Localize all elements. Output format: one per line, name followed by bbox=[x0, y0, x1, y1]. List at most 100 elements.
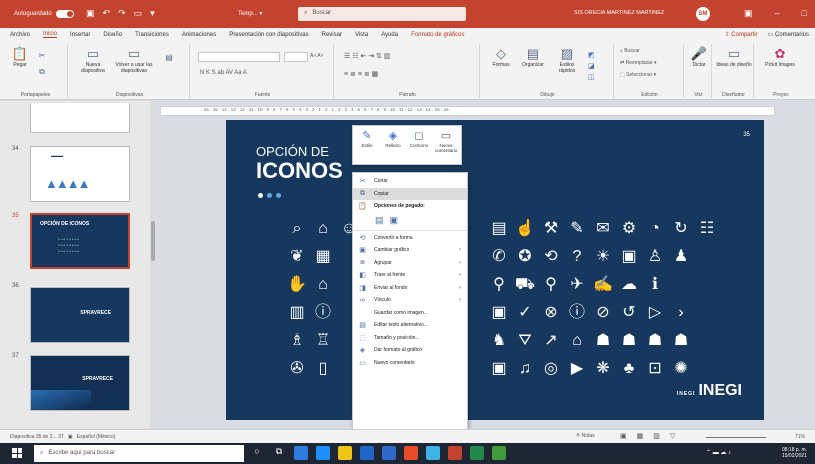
normal-view-icon[interactable]: ▣ bbox=[620, 432, 627, 440]
slide-thumbnail-33[interactable] bbox=[30, 103, 130, 133]
slide-thumbnail-36[interactable]: SPRAVRECE bbox=[30, 287, 130, 343]
paste-picture-icon[interactable]: ▣ bbox=[390, 215, 399, 226]
powerpoint-app-icon[interactable] bbox=[448, 446, 462, 460]
zoom-slider[interactable] bbox=[706, 437, 766, 438]
list-buttons[interactable]: ☰ ☷ ⇤ ⇥ ⇅ ▥ bbox=[344, 52, 390, 60]
slide-title[interactable]: ICONOS bbox=[256, 158, 343, 184]
font-size-arrows-icon[interactable]: A˄ A˅ bbox=[310, 53, 324, 59]
redo-icon[interactable]: ↷ bbox=[118, 8, 126, 19]
menu-item-copy[interactable]: ⧉ Copiar bbox=[353, 187, 467, 200]
copy-button[interactable]: ⧉ bbox=[36, 64, 48, 80]
tab-diseno[interactable]: Diseño bbox=[103, 32, 122, 38]
icon-row-6[interactable]: ✇ ▯ ▣ ♫ ◎ ▶ ❋ ♣ ⊡ ✺ bbox=[286, 360, 692, 378]
cortana-icon[interactable]: ○ bbox=[250, 446, 264, 460]
file-explorer-icon[interactable] bbox=[338, 446, 352, 460]
spellcheck-icon[interactable]: ▣ bbox=[68, 434, 73, 440]
tab-transiciones[interactable]: Transiciones bbox=[135, 32, 169, 38]
new-slide-button[interactable]: ▭ Nueva diapositiva bbox=[78, 46, 108, 74]
shapes-button[interactable]: ◇ Formas bbox=[486, 46, 516, 68]
toggle-switch-icon[interactable] bbox=[55, 10, 74, 18]
windows-start-icon[interactable] bbox=[12, 448, 22, 458]
menu-item-format-graphic[interactable]: ◈ Dar formato al gráfico bbox=[353, 344, 467, 357]
icon-row-3[interactable]: ✋ ⌂ ⚲ ⛟ ⚲ ✈ ✍ ☁ ℹ bbox=[286, 276, 666, 294]
language-indicator[interactable]: Español (México) bbox=[77, 434, 116, 440]
font-size-box[interactable] bbox=[284, 52, 308, 62]
ribbon-display-icon[interactable]: ▣ bbox=[744, 8, 753, 19]
menu-item-size-position[interactable]: ⬚ Tamaño y posición... bbox=[353, 332, 467, 345]
pickit-button[interactable]: ✿ Pickit Images bbox=[762, 46, 798, 68]
notes-button[interactable]: ≙ Notas bbox=[576, 433, 595, 439]
tab-insertar[interactable]: Insertar bbox=[70, 32, 90, 38]
sorter-view-icon[interactable]: ▦ bbox=[637, 432, 644, 440]
cut-button[interactable]: ✂ bbox=[36, 48, 48, 64]
design-ideas-button[interactable]: ▭ Ideas de diseño bbox=[716, 46, 752, 68]
avatar[interactable]: SM bbox=[696, 7, 710, 21]
slide-subtitle[interactable]: OPCIÓN DE bbox=[256, 144, 329, 159]
menu-item-change-graphic[interactable]: ▣ Cambiar gráfico › bbox=[353, 244, 467, 257]
clock[interactable]: 08:18 p. m. 15/02/2021 bbox=[782, 447, 807, 459]
menu-item-group[interactable]: ⧈ Agrupar › bbox=[353, 257, 467, 270]
icon-row-1[interactable]: ⌕ ⌂ ☺ ▤ ☝ ⚒ ✎ ✉ ⚙ ◔ ↻ ☷ bbox=[286, 220, 718, 238]
slide-thumbnail-37[interactable]: SPRAVRECE bbox=[30, 355, 130, 411]
new-comment-button[interactable]: ▭ Nuevo comentario bbox=[435, 129, 457, 161]
share-button[interactable]: ⇪ Compartir bbox=[725, 31, 758, 38]
icon-row-2[interactable]: ❦ ▦ ✆ ✪ ⟲? ☀ ▣ ♙ ♟ bbox=[286, 248, 692, 266]
style-button[interactable]: ✎ Estilo bbox=[357, 129, 377, 161]
menu-item-bring-front[interactable]: ◧ Traer al frente › bbox=[353, 269, 467, 282]
reuse-slides-button[interactable]: ▭ Volver a usar las diapositivas bbox=[114, 46, 154, 74]
slide-thumbnail-35[interactable]: OPCIÓN DE ICONOS ▫▫▫▫▫▫▫▫ ▫▫▫▫▫▫▫▫ ▫▫▫▫▫▫▫… bbox=[30, 213, 130, 269]
paste-button[interactable]: 📋 Pegar bbox=[8, 46, 32, 68]
align-buttons[interactable]: ≡ ≣ ≡ ≣ ▦ bbox=[344, 70, 378, 78]
chrome-icon[interactable] bbox=[404, 446, 418, 460]
menu-item-send-back[interactable]: ◨ Enviar al fondo › bbox=[353, 282, 467, 295]
tab-archivo[interactable]: Archivo bbox=[10, 32, 30, 38]
menu-item-link[interactable]: ∞ Vínculo › bbox=[353, 294, 467, 307]
quick-styles-button[interactable]: ▨ Estilos rápidos bbox=[552, 46, 582, 74]
tab-ayuda[interactable]: Ayuda bbox=[381, 32, 398, 38]
present-icon[interactable]: ▭ bbox=[134, 8, 143, 19]
mail-app-icon[interactable] bbox=[294, 446, 308, 460]
reading-view-icon[interactable]: ▥ bbox=[653, 432, 660, 440]
slide-canvas[interactable]: OPCIÓN DE ICONOS 35 ⌕ ⌂ ☺ ▤ ☝ ⚒ ✎ ✉ ⚙ ◔ ↻ ☷ ❦ ▦ ✆ ✪ ⟲? ☀… bbox=[226, 120, 764, 420]
zoom-level[interactable]: 71% bbox=[795, 434, 805, 440]
comments-button[interactable]: ▭ Comentarios bbox=[768, 31, 809, 38]
outline-button[interactable]: ◻ Contorno bbox=[409, 129, 429, 161]
scrollbar-thumb[interactable] bbox=[151, 221, 155, 261]
paste-keep-format-icon[interactable]: ▤ bbox=[375, 215, 384, 226]
maximize-icon[interactable]: □ bbox=[802, 8, 807, 19]
customize-qat-icon[interactable]: ▾ bbox=[150, 8, 155, 19]
slide-thumbnail-34[interactable]: ▬▬▬ ▲▲▲▲ bbox=[30, 146, 130, 202]
menu-item-new-comment[interactable]: ▭ Nuevo comentario bbox=[353, 357, 467, 370]
select-button[interactable]: ⬚ Seleccionar ▾ bbox=[620, 72, 656, 78]
layout-button[interactable]: ▤ bbox=[162, 50, 176, 66]
word-icon[interactable] bbox=[382, 446, 396, 460]
find-button[interactable]: ⌕ Buscar bbox=[620, 48, 640, 54]
dictate-button[interactable]: 🎤 Dictar bbox=[687, 46, 711, 68]
menu-item-alt-text[interactable]: ▤ Editar texto alternativo... bbox=[353, 319, 467, 332]
tab-vista[interactable]: Vista bbox=[355, 32, 368, 38]
save-icon[interactable]: ▣ bbox=[86, 8, 95, 19]
icon-row-5[interactable]: ♗ ♖ ♞ ⛛ ↗ ⌂ ☗ ☗ ☗ ☗ bbox=[286, 332, 692, 350]
tab-inicio[interactable]: Inicio bbox=[43, 31, 58, 38]
excel-icon[interactable] bbox=[470, 446, 484, 460]
app-icon[interactable] bbox=[492, 446, 506, 460]
task-view-icon[interactable]: ⧉ bbox=[272, 446, 286, 460]
font-format-buttons[interactable]: N K S ab AV Aa A bbox=[200, 70, 247, 76]
system-tray-icons[interactable]: ⌃ ▬ ☁ ♪ bbox=[706, 449, 731, 456]
user-name[interactable]: SIS ORECIA MARTINEZ MARTINEZ bbox=[574, 10, 664, 16]
fill-button[interactable]: ◈ Relleno bbox=[383, 129, 403, 161]
tab-revisar[interactable]: Revisar bbox=[322, 32, 342, 38]
font-name-box[interactable] bbox=[198, 52, 280, 62]
icon-row-4[interactable]: ▥ ⓘ ▣ ✓ ⊗ ⓘ ⊘ ↺ ▷ › bbox=[286, 304, 692, 322]
menu-item-convert-shape[interactable]: ⟲ Convertir a forma bbox=[353, 232, 467, 245]
teams-icon[interactable] bbox=[426, 446, 440, 460]
autosave-toggle[interactable]: Autoguardado bbox=[14, 10, 74, 18]
store-icon[interactable] bbox=[360, 446, 374, 460]
menu-item-cut[interactable]: ✂ Cortar bbox=[353, 175, 467, 188]
search-input[interactable]: ⌕ Buscar bbox=[298, 7, 466, 21]
minimize-icon[interactable]: – bbox=[775, 8, 780, 19]
edge-icon[interactable] bbox=[316, 446, 330, 460]
tab-presentacion[interactable]: Presentación con diapositivas bbox=[229, 32, 308, 38]
tab-animaciones[interactable]: Animaciones bbox=[182, 32, 216, 38]
undo-icon[interactable]: ↶ bbox=[103, 8, 111, 19]
